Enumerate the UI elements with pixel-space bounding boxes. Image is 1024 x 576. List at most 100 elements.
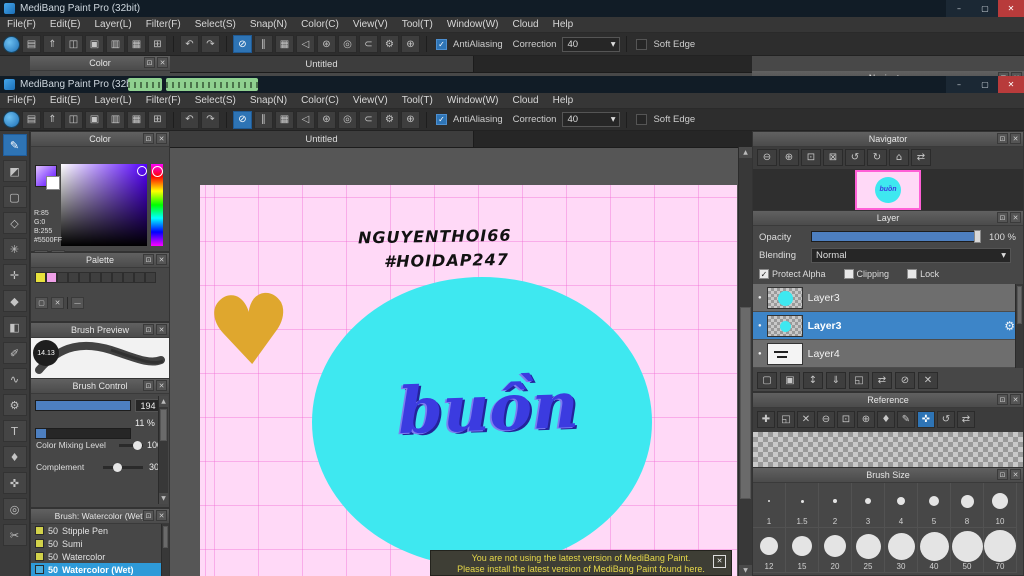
- zoom-out-icon[interactable]: ⊖: [817, 411, 835, 428]
- popout-icon[interactable]: ⊡: [143, 254, 154, 265]
- brush-control-scrollbar[interactable]: ▲ ▼: [158, 396, 168, 504]
- close-icon[interactable]: ✕: [156, 254, 167, 265]
- document-tab[interactable]: Untitled: [170, 56, 474, 72]
- palette-swatch[interactable]: [46, 272, 57, 283]
- scroll-thumb[interactable]: [740, 307, 751, 499]
- close-icon[interactable]: ✕: [156, 324, 167, 335]
- snap-grid-icon[interactable]: ▦: [275, 110, 294, 129]
- brush-size-option[interactable]: 50: [951, 528, 984, 573]
- palette-swatch[interactable]: [134, 272, 145, 283]
- smudge-tool-icon[interactable]: ∿: [2, 368, 27, 390]
- menu-window[interactable]: Window(W): [440, 19, 506, 30]
- comment-icon[interactable]: ◫: [64, 110, 83, 129]
- menu-color[interactable]: Color(C): [294, 19, 346, 30]
- canvas-vertical-scrollbar[interactable]: ▲ ▼: [738, 147, 752, 576]
- eyedropper-icon[interactable]: ♦: [877, 411, 895, 428]
- palette-swatch[interactable]: [90, 272, 101, 283]
- menu-view[interactable]: View(V): [346, 19, 395, 30]
- close-icon[interactable]: ✕: [1010, 133, 1021, 144]
- cloud-sync-icon[interactable]: [3, 111, 20, 128]
- brush-size-option[interactable]: 25: [852, 528, 885, 573]
- lasso-tool-icon[interactable]: ◇: [2, 212, 27, 234]
- snap-settings-icon[interactable]: ⚙: [380, 35, 399, 53]
- zoom-in-icon[interactable]: ⊕: [857, 411, 875, 428]
- add-swatch-icon[interactable]: ▢: [35, 297, 48, 309]
- popout-icon[interactable]: ⊡: [997, 469, 1008, 480]
- complement-slider[interactable]: [103, 463, 143, 472]
- close-icon[interactable]: ✕: [1010, 394, 1021, 405]
- new-layer-icon[interactable]: ▢: [757, 372, 777, 389]
- close-icon[interactable]: ✕: [1010, 212, 1021, 223]
- menu-help[interactable]: Help: [546, 95, 581, 106]
- brush-size-slider[interactable]: [35, 400, 131, 411]
- close-icon[interactable]: ✕: [1010, 469, 1021, 480]
- redo-icon[interactable]: ↷: [201, 35, 220, 53]
- layer-folder-icon[interactable]: ◱: [849, 372, 869, 389]
- snap-move-icon[interactable]: ⊕: [401, 35, 420, 53]
- saturation-value-picker[interactable]: [61, 164, 147, 246]
- close-icon[interactable]: ✕: [998, 76, 1024, 93]
- menu-edit[interactable]: Edit(E): [43, 95, 88, 106]
- close-icon[interactable]: ✕: [157, 57, 168, 68]
- brush-size-option[interactable]: 70: [984, 528, 1017, 573]
- layer-row[interactable]: ● Layer3: [753, 284, 1023, 312]
- fit-reference-icon[interactable]: ⊡: [837, 411, 855, 428]
- hand-tool-icon[interactable]: ✜: [2, 472, 27, 494]
- menu-tool[interactable]: Tool(T): [395, 95, 440, 106]
- antialiasing-checkbox[interactable]: ✓: [436, 114, 447, 125]
- layers-scrollbar[interactable]: [1015, 284, 1023, 368]
- zoom-in-icon[interactable]: ⊕: [779, 149, 799, 166]
- brush-size-option[interactable]: 40: [918, 528, 951, 573]
- paste-icon[interactable]: ▥: [106, 35, 125, 53]
- brush-item-selected[interactable]: 50 Watercolor (Wet): [31, 563, 169, 576]
- snap-ellipse-icon[interactable]: ◎: [338, 110, 357, 129]
- eraser-tool-icon[interactable]: ◩: [2, 160, 27, 182]
- antialiasing-checkbox[interactable]: ✓: [436, 38, 447, 50]
- grid-view-icon[interactable]: ▦: [127, 35, 146, 53]
- snap-off-icon[interactable]: ⊘: [233, 110, 252, 129]
- rotate-ccw-icon[interactable]: ↺: [845, 149, 865, 166]
- add-reference-icon[interactable]: ✚: [757, 411, 775, 428]
- select-pen-tool-icon[interactable]: ✐: [2, 342, 27, 364]
- opacity-slider[interactable]: [811, 230, 981, 243]
- palette-swatch[interactable]: [123, 272, 134, 283]
- palette-swatch[interactable]: [79, 272, 90, 283]
- magic-wand-tool-icon[interactable]: ✳: [2, 238, 27, 260]
- visibility-icon[interactable]: ●: [758, 351, 762, 357]
- brush-tool-icon[interactable]: ✎: [2, 134, 27, 156]
- popout-icon[interactable]: ⊡: [143, 510, 154, 521]
- scroll-thumb[interactable]: [160, 409, 167, 441]
- popout-icon[interactable]: ⊡: [997, 394, 1008, 405]
- correction-dropdown[interactable]: 40 ▾: [562, 36, 621, 52]
- color-mixing-slider[interactable]: [119, 441, 143, 450]
- snap-curve-icon[interactable]: ⊂: [359, 35, 378, 53]
- brush-opacity-slider[interactable]: [35, 428, 131, 439]
- brush-size-option[interactable]: 15: [786, 528, 819, 573]
- lock-checkbox[interactable]: [907, 269, 918, 279]
- comment-icon[interactable]: ◫: [64, 35, 83, 53]
- palette-menu-icon[interactable]: —: [71, 297, 84, 309]
- save-icon[interactable]: ▤: [22, 110, 41, 129]
- slider-knob[interactable]: [974, 230, 981, 243]
- notification-close-icon[interactable]: ✕: [713, 555, 726, 568]
- undo-icon[interactable]: ↶: [180, 35, 199, 53]
- menu-filter[interactable]: Filter(F): [139, 19, 188, 30]
- snap-grid-icon[interactable]: ▦: [275, 35, 294, 53]
- brush-size-option[interactable]: 5: [918, 483, 951, 528]
- copy-icon[interactable]: ▣: [85, 110, 104, 129]
- snap-vanishing-icon[interactable]: ◁: [296, 110, 315, 129]
- brush-size-option[interactable]: 2: [819, 483, 852, 528]
- snap-radial-icon[interactable]: ⊛: [317, 110, 336, 129]
- reset-rotation-icon[interactable]: ⌂: [889, 149, 909, 166]
- clipping-checkbox[interactable]: [843, 269, 854, 279]
- soft-edge-checkbox[interactable]: [636, 38, 648, 50]
- snap-vanishing-icon[interactable]: ◁: [296, 35, 315, 53]
- popout-icon[interactable]: ⊡: [143, 324, 154, 335]
- snap-settings-icon[interactable]: ⚙: [380, 110, 399, 129]
- layer-settings-gear-icon[interactable]: ⚙: [1004, 319, 1015, 333]
- pen-icon[interactable]: ✎: [897, 411, 915, 428]
- brush-size-option[interactable]: 3: [852, 483, 885, 528]
- visibility-icon[interactable]: ●: [758, 295, 762, 301]
- brush-item[interactable]: 50 Stipple Pen: [31, 524, 169, 537]
- zoom-tool-icon[interactable]: ◎: [2, 498, 27, 520]
